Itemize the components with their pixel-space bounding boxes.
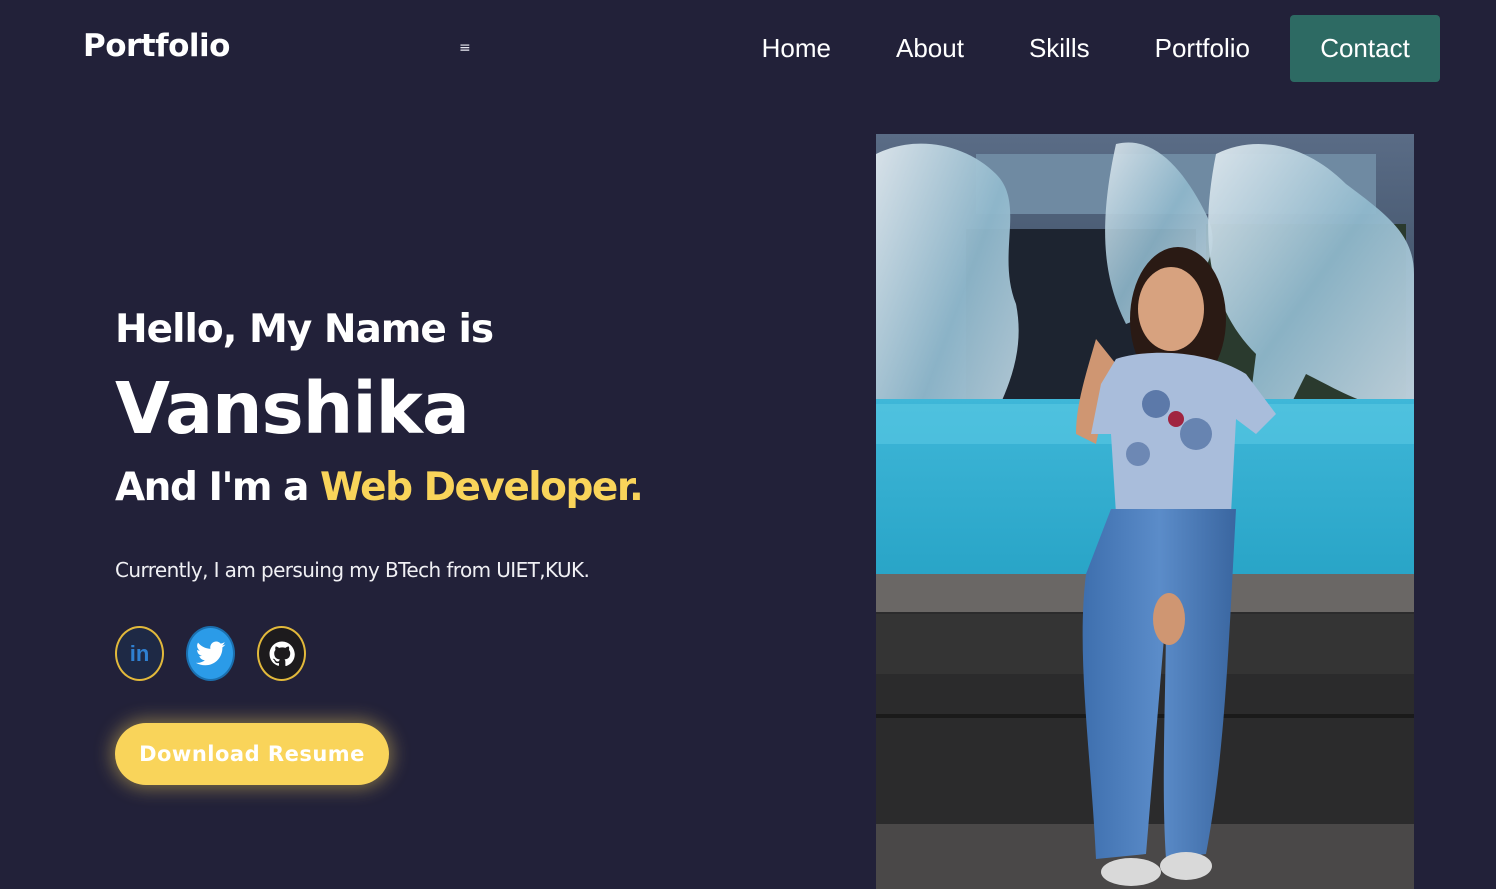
hamburger-icon[interactable]: ≡ [459, 40, 471, 56]
twitter-link[interactable] [186, 626, 235, 681]
profile-photo [876, 134, 1414, 889]
nav-skills[interactable]: Skills [1029, 33, 1090, 64]
nav-home[interactable]: Home [762, 33, 831, 64]
hero-role-highlight: Web Developer. [320, 465, 644, 510]
github-link[interactable] [257, 626, 306, 681]
linkedin-link[interactable]: in [115, 626, 164, 681]
hero-role-prefix: And I'm a [115, 465, 321, 510]
hero-greeting: Hello, My Name is [115, 307, 494, 352]
brand-logo[interactable]: Portfolio [83, 28, 230, 64]
hero-description: Currently, I am persuing my BTech from U… [115, 558, 590, 582]
nav-contact-button[interactable]: Contact [1290, 15, 1440, 82]
github-icon [269, 641, 295, 666]
nav-links: Home About Skills Portfolio Contact [762, 15, 1440, 82]
social-links: in [115, 626, 755, 681]
nav-about[interactable]: About [896, 33, 964, 64]
nav-portfolio[interactable]: Portfolio [1155, 33, 1250, 64]
hero-name: Vanshika [115, 367, 470, 450]
profile-photo-illustration [876, 134, 1414, 889]
hero-role: And I'm a Web Developer. [115, 458, 755, 518]
download-resume-button[interactable]: Download Resume [115, 723, 389, 785]
navbar: Portfolio ≡ Home About Skills Portfolio … [0, 0, 1496, 98]
linkedin-icon: in [129, 640, 150, 666]
hero-section: Hello, My Name is Vanshika And I'm a Web… [115, 300, 755, 785]
twitter-icon [195, 641, 225, 665]
